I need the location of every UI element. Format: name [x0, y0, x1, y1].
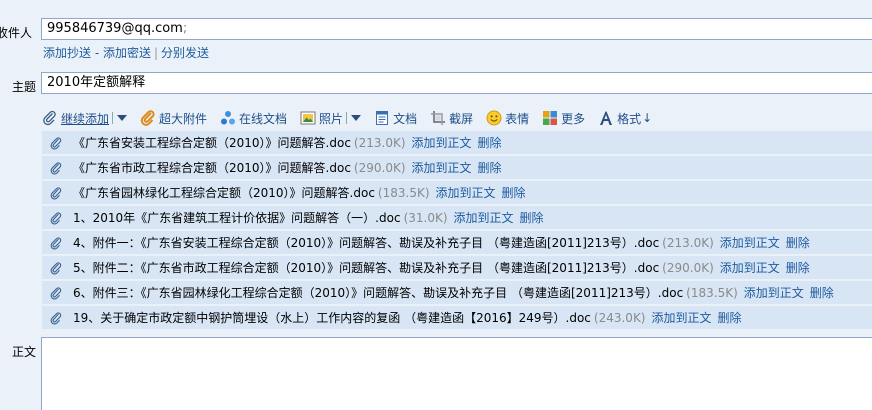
pipe-separator: | [154, 46, 159, 60]
attachment-size: (31.0K) [403, 210, 448, 225]
add-to-body-link[interactable]: 添加到正文 [720, 259, 780, 276]
paperclip-icon [50, 186, 62, 199]
attachment-row: 4、附件一：《广东省安装工程综合定额（2010）》问题解答、勘误及补充子目 （粤… [42, 231, 872, 254]
cc-links: 添加抄送 - 添加密送 | 分别发送 [43, 44, 209, 61]
continue-add-label: 继续添加 [61, 111, 110, 126]
screenshot-icon [430, 110, 446, 126]
add-to-body-link[interactable]: 添加到正文 [454, 209, 514, 226]
format-arrow-icon: ↓ [642, 111, 653, 125]
paperclip-icon [50, 311, 62, 324]
emoji-label: 表情 [505, 111, 530, 126]
delete-link[interactable]: 删除 [478, 159, 502, 176]
large-attachment-label: 超大附件 [159, 111, 208, 126]
paperclip-icon [50, 136, 62, 149]
document-label: 文档 [393, 111, 418, 126]
continue-add-button[interactable]: 继续添加 [42, 110, 109, 127]
format-button[interactable]: 格式 ↓ [598, 110, 652, 127]
photo-button[interactable]: 照片 [300, 110, 343, 127]
photo-dropdown[interactable] [346, 112, 362, 124]
attachment-name: 《广东省市政工程综合定额（2010）》问题解答.doc [73, 161, 351, 175]
attachment-size: (183.5K) [377, 185, 430, 200]
attachment-row: 1、2010年《广东省建筑工程计价依据》问题解答（一）.doc (31.0K) … [42, 206, 872, 229]
subject-value: 2010年定额解释 [47, 75, 146, 90]
photo-label: 照片 [319, 111, 344, 126]
paperclip-icon [50, 211, 62, 224]
body-editor[interactable] [41, 337, 872, 410]
document-icon [374, 110, 390, 126]
paperclip-icon [50, 261, 62, 274]
add-to-body-link[interactable]: 添加到正文 [412, 134, 472, 151]
screenshot-button[interactable]: 截屏 [430, 110, 473, 127]
attachment-size: (290.0K) [353, 160, 406, 175]
paperclip-icon [50, 236, 62, 249]
delete-link[interactable]: 删除 [786, 234, 810, 251]
large-attachment-button[interactable]: 超大附件 [140, 110, 207, 127]
attachment-list: 《广东省安装工程综合定额（2010）》问题解答.doc (213.0K) 添加到… [42, 131, 872, 331]
attachment-row: 6、附件三：《广东省园林绿化工程综合定额（2010）》问题解答、勘误及补充子目 … [42, 281, 872, 304]
screenshot-label: 截屏 [449, 111, 474, 126]
attachment-row: 《广东省市政工程综合定额（2010）》问题解答.doc (290.0K) 添加到… [42, 156, 872, 179]
delete-link[interactable]: 删除 [718, 309, 742, 326]
large-attachment-icon [140, 110, 156, 126]
attachment-size: (243.0K) [593, 310, 646, 325]
compose-toolbar: 继续添加 超大附件 在线文档 照片 文档 截屏 表情 更多 格式 ↓ [42, 108, 665, 128]
add-to-body-link[interactable]: 添加到正文 [436, 184, 496, 201]
delete-link[interactable]: 删除 [502, 184, 526, 201]
attachment-size: (290.0K) [662, 260, 714, 275]
delete-link[interactable]: 删除 [520, 209, 544, 226]
separate-send-link[interactable]: 分别发送 [161, 46, 209, 60]
more-icon [542, 110, 558, 126]
add-cc-link[interactable]: 添加抄送 [43, 46, 91, 60]
subject-label: 主题 [11, 80, 36, 94]
attachment-name: 《广东省园林绿化工程综合定额（2010）》问题解答.doc [73, 186, 375, 200]
attachment-size: (183.5K) [686, 285, 738, 300]
online-doc-label: 在线文档 [239, 111, 288, 126]
attachment-size: (213.0K) [662, 235, 714, 250]
add-to-body-link[interactable]: 添加到正文 [652, 309, 712, 326]
attachment-row: 《广东省安装工程综合定额（2010）》问题解答.doc (213.0K) 添加到… [42, 131, 872, 154]
add-to-body-link[interactable]: 添加到正文 [412, 159, 472, 176]
add-bcc-link[interactable]: 添加密送 [103, 46, 151, 60]
attachment-name: 4、附件一：《广东省安装工程综合定额（2010）》问题解答、勘误及补充子目 （粤… [73, 236, 660, 250]
delete-link[interactable]: 删除 [478, 134, 502, 151]
delete-link[interactable]: 删除 [810, 284, 834, 301]
emoji-icon [486, 110, 502, 126]
emoji-button[interactable]: 表情 [486, 110, 529, 127]
document-button[interactable]: 文档 [374, 110, 417, 127]
online-doc-button[interactable]: 在线文档 [220, 110, 287, 127]
online-doc-icon [220, 110, 236, 126]
attachment-name: 5、附件二：《广东省市政工程综合定额（2010）》问题解答、勘误及补充子目 （粤… [73, 261, 660, 275]
paperclip-icon [50, 161, 62, 174]
dropdown-divider [112, 112, 114, 124]
attachment-row: 5、附件二：《广东省市政工程综合定额（2010）》问题解答、勘误及补充子目 （粤… [42, 256, 872, 279]
dropdown-arrow-icon [351, 115, 362, 121]
photo-icon [300, 110, 316, 126]
attachment-name: 6、附件三：《广东省园林绿化工程综合定额（2010）》问题解答、勘误及补充子目 … [73, 286, 684, 300]
attachment-name: 1、2010年《广东省建筑工程计价依据》问题解答（一）.doc [73, 211, 401, 225]
delete-link[interactable]: 删除 [786, 259, 810, 276]
recipient-field[interactable]: 995846739@qq.com; [41, 18, 872, 40]
more-button[interactable]: 更多 [542, 110, 585, 127]
format-icon [598, 110, 614, 126]
recipient-separator: ; [182, 21, 188, 36]
recipient-value: 995846739@qq.com [47, 21, 183, 36]
add-to-body-link[interactable]: 添加到正文 [744, 284, 804, 301]
more-label: 更多 [561, 111, 586, 126]
recipient-label: 收件人 [0, 26, 32, 40]
attachment-size: (213.0K) [353, 135, 406, 150]
attachment-row: 19、关于确定市政定额中钢护筒埋设（水上）工作内容的复函 （粤建造函【2016】… [42, 306, 872, 329]
add-to-body-link[interactable]: 添加到正文 [720, 234, 780, 251]
dropdown-arrow-icon [117, 115, 128, 121]
continue-add-dropdown[interactable] [112, 112, 128, 124]
subject-field[interactable]: 2010年定额解释 [41, 72, 872, 94]
attachment-name: 《广东省安装工程综合定额（2010）》问题解答.doc [73, 136, 351, 150]
body-label: 正文 [11, 345, 36, 359]
dropdown-divider [346, 112, 348, 124]
paperclip-icon [50, 286, 62, 299]
cc-separator: - [91, 46, 103, 60]
paperclip-icon [42, 110, 58, 126]
attachment-row: 《广东省园林绿化工程综合定额（2010）》问题解答.doc (183.5K) 添… [42, 181, 872, 204]
attachment-name: 19、关于确定市政定额中钢护筒埋设（水上）工作内容的复函 （粤建造函【2016】… [73, 311, 591, 325]
format-label: 格式 [617, 111, 642, 126]
